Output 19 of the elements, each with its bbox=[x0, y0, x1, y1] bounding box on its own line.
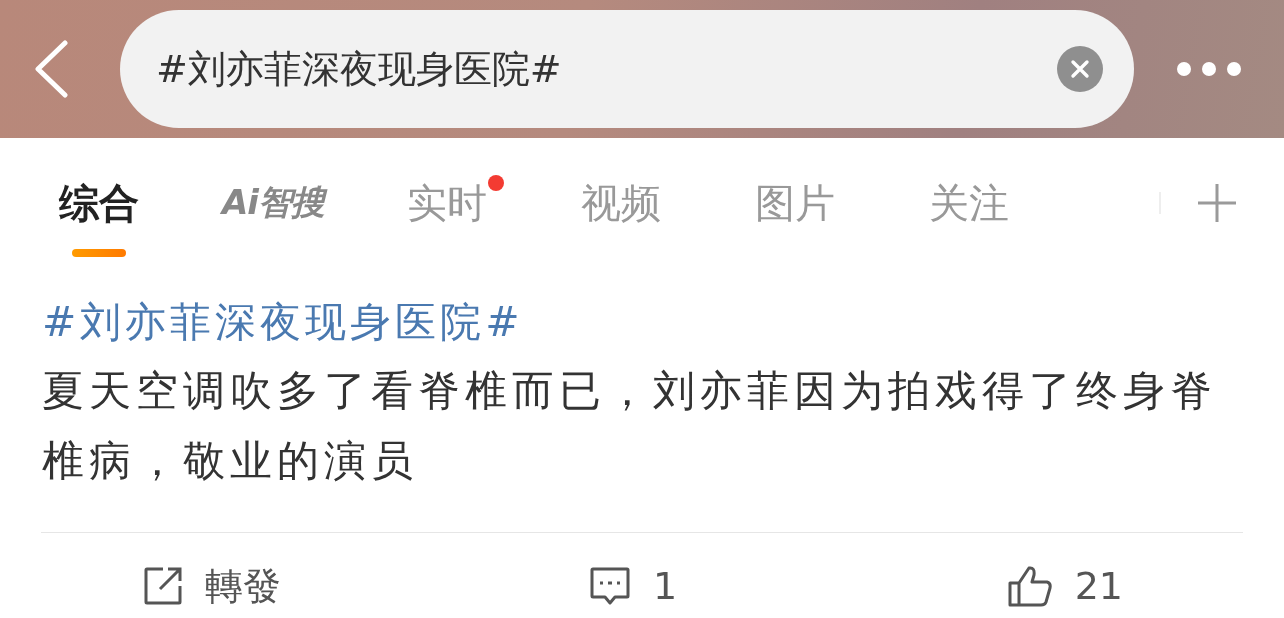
back-icon[interactable] bbox=[34, 40, 68, 98]
hashtag-link[interactable]: #刘亦菲深夜现身医院# bbox=[42, 288, 1240, 356]
active-tab-indicator bbox=[72, 249, 126, 257]
thumbs-up-icon[interactable] bbox=[1006, 564, 1053, 608]
clear-icon[interactable] bbox=[1057, 46, 1103, 92]
post-text: 夏天空调吹多了看脊椎而已，刘亦菲因为拍戏得了终身脊椎病，敬业的演员 bbox=[42, 365, 1218, 487]
like-count: 21 bbox=[1074, 564, 1123, 608]
search-field[interactable]: #刘亦菲深夜现身医院# bbox=[120, 10, 1134, 128]
more-icon[interactable] bbox=[1176, 61, 1242, 77]
tab[interactable]: 实时 bbox=[407, 175, 487, 231]
comment-icon[interactable] bbox=[588, 566, 631, 606]
comment-count: 1 bbox=[652, 564, 678, 608]
add-icon[interactable] bbox=[1197, 183, 1237, 223]
share-icon[interactable] bbox=[143, 566, 183, 606]
repost-button[interactable]: 轉發 bbox=[205, 560, 281, 612]
tab[interactable]: 综合 bbox=[59, 175, 139, 231]
tab[interactable]: 关注 bbox=[929, 175, 1009, 231]
tab[interactable]: 视频 bbox=[581, 175, 661, 231]
tab[interactable]: 图片 bbox=[755, 175, 835, 231]
